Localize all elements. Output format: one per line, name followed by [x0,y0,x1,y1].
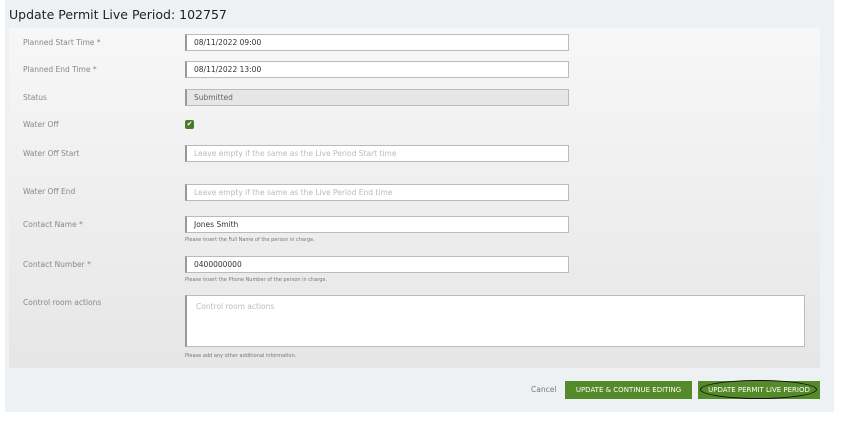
control-room-hint: Please add any other additional informat… [185,353,297,359]
check-icon: ✔ [186,120,193,128]
cancel-button[interactable]: Cancel [531,385,556,394]
status-label: Status [23,93,47,102]
planned-start-input[interactable]: 08/11/2022 09:00 [185,34,569,51]
contact-name-hint: Please insert the Full Name of the perso… [185,237,315,243]
contact-number-input[interactable]: 0400000000 [185,256,569,273]
water-off-end-input[interactable]: Leave empty if the same as the Live Peri… [185,184,569,201]
contact-name-label: Contact Name * [23,220,83,229]
update-permit-button[interactable]: UPDATE PERMIT LIVE PERIOD [698,381,820,399]
planned-end-input[interactable]: 08/11/2022 13:00 [185,61,569,78]
planned-end-label: Planned End Time * [23,65,97,74]
water-off-checkbox[interactable]: ✔ [185,120,194,129]
water-off-start-input[interactable]: Leave empty if the same as the Live Peri… [185,145,569,162]
status-input: Submitted [185,89,569,106]
update-continue-button[interactable]: UPDATE & CONTINUE EDITING [565,381,692,399]
water-off-label: Water Off [23,120,59,129]
planned-start-label: Planned Start Time * [23,38,101,47]
control-room-label: Control room actions [23,298,102,307]
page-title: Update Permit Live Period: 102757 [9,7,227,22]
contact-number-hint: Please insert the Phone Number of the pe… [185,277,328,283]
contact-name-input[interactable]: Jones Smith [185,216,569,233]
contact-number-label: Contact Number * [23,260,91,269]
water-off-start-label: Water Off Start [23,149,80,158]
water-off-end-label: Water Off End [23,187,76,196]
control-room-textarea[interactable]: Control room actions [185,295,805,347]
